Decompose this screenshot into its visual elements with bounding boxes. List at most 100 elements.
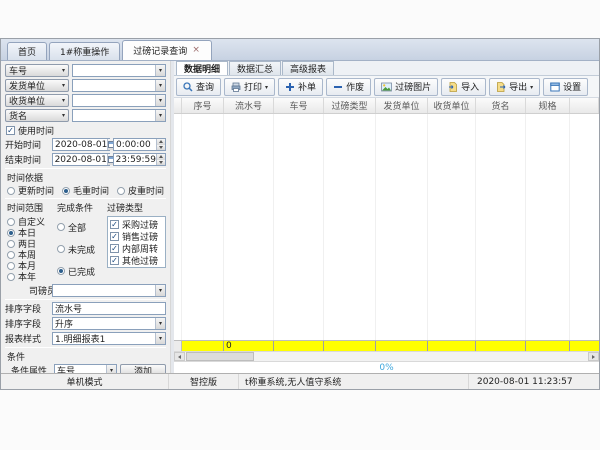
chevron-down-icon[interactable] bbox=[155, 285, 165, 296]
goods-field-selector[interactable]: 货名 bbox=[5, 109, 69, 122]
checkbox-checked-icon[interactable] bbox=[110, 244, 119, 253]
scrollbar-track[interactable] bbox=[254, 352, 588, 361]
weigh-photo-button[interactable]: 过磅图片 bbox=[374, 78, 438, 96]
time-spinner[interactable] bbox=[156, 154, 165, 165]
radio-icon[interactable] bbox=[7, 262, 15, 270]
radio-icon[interactable] bbox=[57, 245, 65, 253]
weigh-type-option[interactable]: 销售过磅 bbox=[110, 231, 163, 241]
radio-selected-icon[interactable] bbox=[62, 187, 70, 195]
finish-condition-label: 完成条件 bbox=[57, 201, 103, 214]
column-header[interactable]: 收货单位 bbox=[428, 98, 476, 113]
scrollbar-thumb[interactable] bbox=[186, 352, 254, 361]
void-order-button[interactable]: 作废 bbox=[326, 78, 371, 96]
import-button[interactable]: 导入 bbox=[441, 78, 486, 96]
add-condition-button[interactable]: 添加 bbox=[120, 364, 166, 373]
finish-option[interactable]: 未完成 bbox=[57, 244, 103, 255]
export-button[interactable]: 导出 bbox=[489, 78, 540, 96]
time-basis-option[interactable]: 毛重时间 bbox=[62, 185, 109, 196]
radio-icon[interactable] bbox=[57, 223, 65, 231]
scroll-left-icon[interactable] bbox=[174, 352, 185, 361]
start-time-value: 0:00:00 bbox=[114, 140, 156, 150]
sort-order-select[interactable]: 升序 bbox=[52, 317, 166, 330]
finish-option[interactable]: 全部 bbox=[57, 222, 103, 233]
tab-home[interactable]: 首页 bbox=[7, 42, 47, 60]
spin-down-icon[interactable] bbox=[157, 160, 165, 166]
horizontal-scrollbar[interactable] bbox=[174, 351, 599, 361]
weigh-type-option[interactable]: 采购过磅 bbox=[110, 219, 163, 229]
column-header[interactable]: 流水号 bbox=[224, 98, 274, 113]
radio-icon[interactable] bbox=[117, 187, 125, 195]
chevron-down-icon[interactable] bbox=[155, 333, 165, 344]
checkbox-checked-icon[interactable] bbox=[110, 220, 119, 229]
tab-weighing-operation[interactable]: 1#称重操作 bbox=[49, 42, 120, 60]
radio-icon[interactable] bbox=[7, 251, 15, 259]
column-header[interactable]: 规格 bbox=[526, 98, 570, 113]
condition-attr-select[interactable]: 车号 bbox=[54, 364, 117, 373]
chevron-down-icon[interactable] bbox=[530, 82, 533, 92]
column-header[interactable]: 货名 bbox=[476, 98, 526, 113]
chevron-down-icon[interactable] bbox=[155, 95, 165, 106]
tab-advanced-report[interactable]: 高级报表 bbox=[282, 61, 334, 75]
checkbox-checked-icon[interactable] bbox=[110, 232, 119, 241]
tab-data-summary[interactable]: 数据汇总 bbox=[229, 61, 281, 75]
chevron-down-icon[interactable] bbox=[155, 318, 165, 329]
weigh-type-option[interactable]: 其他过磅 bbox=[110, 255, 163, 265]
finish-option[interactable]: 已完成 bbox=[57, 266, 103, 277]
goods-combo[interactable] bbox=[72, 109, 166, 122]
radio-icon[interactable] bbox=[7, 218, 15, 226]
chevron-down-icon[interactable] bbox=[265, 82, 268, 92]
radio-selected-icon[interactable] bbox=[7, 229, 15, 237]
receiver-combo[interactable] bbox=[72, 94, 166, 107]
time-basis-option[interactable]: 皮重时间 bbox=[117, 185, 164, 196]
checkbox-checked-icon[interactable] bbox=[6, 126, 15, 135]
receiver-field-selector[interactable]: 收货单位 bbox=[5, 94, 69, 107]
time-basis-option[interactable]: 更新时间 bbox=[7, 185, 54, 196]
end-time-input[interactable]: 23:59:59 bbox=[113, 153, 166, 166]
chevron-down-icon[interactable] bbox=[155, 80, 165, 91]
column-header[interactable]: 序号 bbox=[182, 98, 224, 113]
checkbox-checked-icon[interactable] bbox=[110, 256, 119, 265]
radio-icon[interactable] bbox=[7, 273, 15, 281]
time-spinner[interactable] bbox=[156, 139, 165, 150]
tab-data-detail[interactable]: 数据明细 bbox=[176, 61, 228, 75]
column-header[interactable]: 过磅类型 bbox=[324, 98, 376, 113]
time-range-option[interactable]: 本年 bbox=[7, 271, 53, 282]
radio-icon[interactable] bbox=[7, 187, 15, 195]
use-time-checkbox[interactable]: 使用时间 bbox=[6, 124, 166, 136]
shipper-combo[interactable] bbox=[72, 79, 166, 92]
close-icon[interactable]: × bbox=[191, 46, 201, 55]
column-header[interactable]: 车号 bbox=[274, 98, 324, 113]
start-date-input[interactable]: 2020-08-01 bbox=[52, 138, 110, 151]
tab-record-query-label: 过磅记录查询 bbox=[133, 44, 187, 57]
radio-selected-icon[interactable] bbox=[57, 267, 65, 275]
chevron-down-icon[interactable] bbox=[155, 110, 165, 121]
start-time-label: 开始时间 bbox=[5, 138, 49, 151]
vehicle-field-selector[interactable]: 车号 bbox=[5, 64, 69, 77]
query-button[interactable]: 查询 bbox=[176, 78, 221, 96]
scroll-right-icon[interactable] bbox=[588, 352, 599, 361]
supplement-order-button[interactable]: 补单 bbox=[278, 78, 323, 96]
report-style-select[interactable]: 1.明细报表1 bbox=[52, 332, 166, 345]
tab-bar: 首页 1#称重操作 过磅记录查询 × bbox=[1, 39, 599, 61]
divider bbox=[5, 198, 166, 199]
settings-button[interactable]: 设置 bbox=[543, 78, 588, 96]
shipper-field-selector[interactable]: 发货单位 bbox=[5, 79, 69, 92]
status-bar: 单机模式 智控版 t称重系统,无人值守系统 2020-08-01 11:23:5… bbox=[1, 373, 599, 389]
start-time-input[interactable]: 0:00:00 bbox=[113, 138, 166, 151]
condition-attr-value: 车号 bbox=[55, 364, 106, 373]
tab-record-query[interactable]: 过磅记录查询 × bbox=[122, 40, 212, 60]
table-body-empty[interactable] bbox=[174, 114, 599, 340]
weigher-combo[interactable] bbox=[52, 284, 166, 297]
chevron-down-icon[interactable] bbox=[155, 65, 165, 76]
column-header[interactable]: 发货单位 bbox=[376, 98, 428, 113]
chevron-down-icon[interactable] bbox=[106, 365, 116, 373]
vehicle-combo[interactable] bbox=[72, 64, 166, 77]
print-button[interactable]: 打印 bbox=[224, 78, 275, 96]
weigh-type-group: 过磅类型 采购过磅 销售过磅 内部周转 其他过磅 bbox=[107, 201, 166, 282]
spin-down-icon[interactable] bbox=[157, 145, 165, 151]
end-date-input[interactable]: 2020-08-01 bbox=[52, 153, 110, 166]
sort-field-input[interactable]: 流水号 bbox=[52, 302, 166, 315]
weigh-type-option[interactable]: 内部周转 bbox=[110, 243, 163, 253]
radio-icon[interactable] bbox=[7, 240, 15, 248]
start-date-value: 2020-08-01 bbox=[53, 140, 107, 150]
